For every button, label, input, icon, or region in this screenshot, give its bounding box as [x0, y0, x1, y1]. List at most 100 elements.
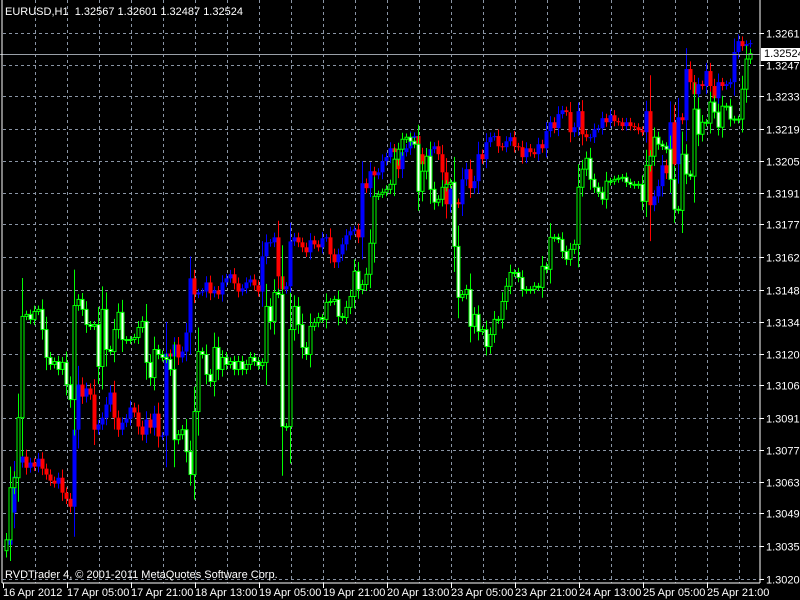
- price-candle: [332, 298, 337, 302]
- price-candle: [408, 136, 413, 142]
- price-candle: [704, 121, 709, 124]
- price-candle: [552, 236, 557, 239]
- overlay-candle: [52, 480, 57, 484]
- overlay-candle: [100, 417, 105, 425]
- overlay-candle: [204, 282, 209, 292]
- time-tick-label: 20 Apr 13:00: [387, 587, 449, 599]
- overlay-candle: [216, 290, 221, 295]
- overlay-candle: [716, 82, 721, 99]
- price-candle: [168, 358, 173, 370]
- overlay-candle: [464, 169, 469, 180]
- overlay-candle: [564, 110, 569, 113]
- price-candle: [248, 356, 253, 365]
- overlay-candle: [664, 165, 669, 174]
- price-candle: [220, 356, 225, 370]
- overlay-candle: [404, 148, 409, 153]
- price-candle: [732, 118, 737, 121]
- overlay-candle: [20, 456, 25, 463]
- overlay-candle: [208, 282, 213, 294]
- overlay-candle: [108, 392, 113, 405]
- overlay-candle: [368, 171, 373, 189]
- overlay-candle: [180, 351, 185, 358]
- overlay-candle: [24, 456, 29, 468]
- price-candle: [160, 353, 165, 358]
- price-candle: [232, 361, 237, 370]
- price-tick-label: 1.31480: [766, 286, 800, 298]
- overlay-candle: [580, 111, 585, 135]
- time-tick-label: 18 Apr 13:00: [195, 587, 257, 599]
- overlay-candle: [288, 241, 293, 287]
- overlay-candle: [344, 235, 349, 245]
- overlay-candle: [568, 112, 573, 133]
- price-candle: [240, 361, 245, 370]
- overlay-candle: [448, 189, 453, 205]
- price-tick-label: 1.30350: [766, 542, 800, 554]
- overlay-candle: [328, 237, 333, 255]
- price-candle: [544, 265, 549, 270]
- price-candle: [200, 351, 205, 355]
- price-candle: [384, 188, 389, 193]
- time-tick-label: 17 Apr 05:00: [67, 587, 129, 599]
- ohlc-open: 1.32567: [74, 6, 115, 18]
- overlay-candle: [324, 237, 329, 239]
- overlay-candle: [688, 69, 693, 83]
- overlay-candle: [68, 498, 73, 507]
- price-candle: [192, 411, 197, 476]
- overlay-candle: [80, 384, 85, 397]
- price-candle: [464, 288, 469, 295]
- price-candle: [460, 293, 465, 298]
- price-tick-label: 1.32475: [766, 61, 800, 73]
- price-candle: [420, 170, 425, 192]
- price-candle: [472, 313, 477, 327]
- overlay-candle: [492, 136, 497, 138]
- overlay-candle: [516, 146, 521, 148]
- overlay-candle: [616, 121, 621, 123]
- overlay-candle: [40, 458, 45, 469]
- overlay-candle: [684, 69, 689, 121]
- overlay-candle: [136, 412, 141, 427]
- overlay-candle: [56, 477, 61, 484]
- overlay-candle: [572, 127, 577, 133]
- overlay-candle: [148, 419, 153, 428]
- price-candle: [364, 273, 369, 285]
- overlay-candle: [532, 152, 537, 155]
- overlay-candle: [360, 183, 365, 238]
- overlay-candle: [484, 142, 489, 160]
- overlay-candle: [376, 172, 381, 176]
- price-candle: [444, 183, 449, 188]
- price-candle: [680, 153, 685, 211]
- price-candle: [328, 300, 333, 303]
- price-candle: [344, 306, 349, 319]
- price-chart[interactable]: 1.32615 1.32475 1.32335 1.32190 1.32050 1.319…: [0, 0, 800, 600]
- overlay-candle: [96, 424, 101, 430]
- price-candle: [700, 121, 705, 135]
- price-candle: [456, 245, 461, 298]
- overlay-candle: [268, 242, 273, 244]
- price-candle: [540, 265, 545, 288]
- price-candle: [276, 291, 281, 295]
- overlay-candle: [124, 418, 129, 423]
- overlay-candle: [660, 165, 665, 187]
- price-candle: [228, 361, 233, 365]
- price-candle: [436, 198, 441, 203]
- overlay-candle: [432, 146, 437, 150]
- price-candle: [52, 361, 57, 365]
- overlay-candle: [592, 129, 597, 138]
- price-candle: [624, 176, 629, 183]
- overlay-candle: [748, 43, 753, 45]
- overlay-candle: [584, 134, 589, 138]
- overlay-candle: [552, 122, 557, 129]
- price-candle: [636, 183, 641, 186]
- overlay-candle: [456, 202, 461, 205]
- price-candle: [628, 181, 633, 185]
- overlay-candle: [292, 237, 297, 242]
- price-candle: [520, 276, 525, 290]
- price-candle: [80, 298, 85, 310]
- price-candle: [216, 346, 221, 370]
- overlay-candle: [64, 492, 69, 499]
- price-candle: [532, 285, 537, 290]
- price-candle: [312, 322, 317, 327]
- price-candle: [452, 181, 457, 247]
- price-candle: [736, 118, 741, 121]
- price-candle: [724, 105, 729, 108]
